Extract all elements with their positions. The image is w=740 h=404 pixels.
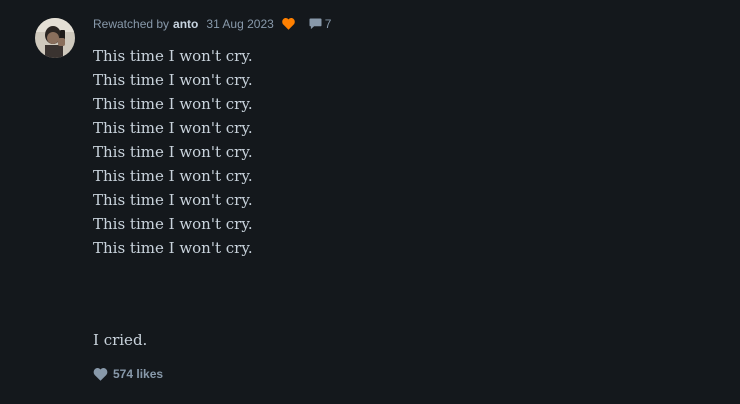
rewatched-label: Rewatched by xyxy=(93,17,170,31)
comments-link[interactable]: 7 xyxy=(309,17,332,31)
comment-count: 7 xyxy=(324,17,332,31)
review-line: This time I won't cry. xyxy=(93,71,253,89)
review-date[interactable]: 31 Aug 2023 xyxy=(206,17,273,31)
review-body: This time I won't cry. This time I won't… xyxy=(93,44,253,260)
review-line: This time I won't cry. xyxy=(93,47,253,65)
review-line: This time I won't cry. xyxy=(93,143,253,161)
likes-count: 574 likes xyxy=(113,367,164,381)
speech-bubble-icon xyxy=(309,18,322,30)
review-line: This time I won't cry. xyxy=(93,191,253,209)
review-line: This time I won't cry. xyxy=(93,167,253,185)
avatar-image xyxy=(35,18,75,58)
review-line: This time I won't cry. xyxy=(93,239,253,257)
liked-heart-icon xyxy=(282,18,295,30)
review-meta: Rewatched by anto 31 Aug 2023 7 xyxy=(93,16,331,32)
username-link[interactable]: anto xyxy=(173,17,198,31)
review-line: This time I won't cry. xyxy=(93,95,253,113)
review-line: This time I won't cry. xyxy=(93,215,253,233)
heart-icon xyxy=(93,367,108,381)
review-final-line: I cried. xyxy=(93,331,148,349)
review-line: This time I won't cry. xyxy=(93,119,253,137)
likes-link[interactable]: 574 likes xyxy=(93,367,163,381)
avatar[interactable] xyxy=(35,18,75,58)
